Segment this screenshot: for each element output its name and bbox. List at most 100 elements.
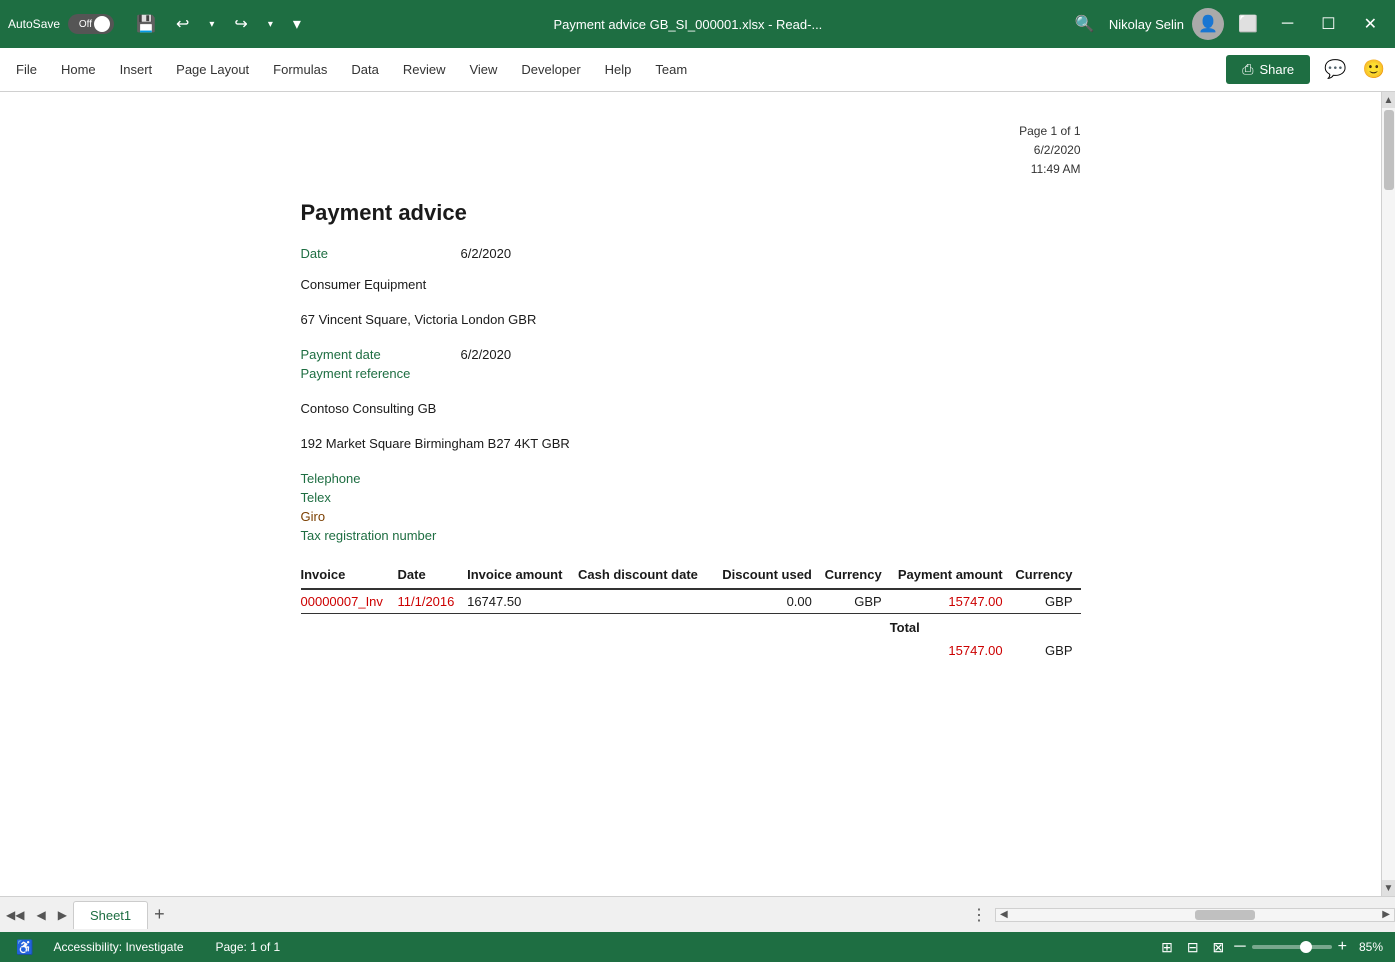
menu-formulas[interactable]: Formulas [261,54,339,85]
menu-bar: File Home Insert Page Layout Formulas Da… [0,48,1395,92]
horizontal-scrollbar[interactable]: ◀ ▶ [995,908,1395,922]
page-layout-button[interactable]: ⊟ [1183,937,1203,958]
cell-cash-discount-date [578,589,715,614]
tab-nav-next[interactable]: ▶ [52,904,73,926]
customize-qat-button[interactable]: ▾ [287,10,307,38]
menu-view[interactable]: View [457,54,509,85]
page-info: Page 1 of 1 6/2/2020 11:49 AM [301,122,1081,180]
tax-reg-label: Tax registration number [301,528,441,543]
giro-row: Giro [301,509,1081,524]
cell-date: 11/1/2016 [398,589,468,614]
scroll-track [1382,108,1395,880]
consumer-address: 67 Vincent Square, Victoria London GBR [301,312,1081,327]
normal-view-button[interactable]: ⊞ [1157,937,1177,958]
page-status: Page: 1 of 1 [216,940,281,954]
h-scroll-right[interactable]: ▶ [1378,909,1394,920]
menu-review[interactable]: Review [391,54,458,85]
comment-button[interactable]: 💬 [1318,55,1352,84]
zoom-slider[interactable] [1252,945,1332,949]
zoom-in-button[interactable]: + [1338,938,1347,956]
telex-label: Telex [301,490,441,505]
col-invoice: Invoice [301,563,398,589]
menu-help[interactable]: Help [593,54,644,85]
invoice-table: Invoice Date Invoice amount Cash discoun… [301,563,1081,662]
col-date: Date [398,563,468,589]
telephone-label: Telephone [301,471,441,486]
date-row: Date 6/2/2020 [301,246,1081,261]
emoji-button[interactable]: 🙂 [1357,55,1391,84]
telephone-row: Telephone [301,471,1081,486]
cell-discount-used: 0.00 [715,589,820,614]
undo-dropdown-button[interactable]: ▾ [203,15,220,34]
company-address: 192 Market Square Birmingham B27 4KT GBR [301,436,1081,451]
accessibility-icon[interactable]: ♿ [12,937,37,958]
menu-home[interactable]: Home [49,54,108,85]
cell-invoice: 00000007_Inv [301,589,398,614]
search-button[interactable]: 🔍 [1069,10,1101,38]
tab-nav-prev[interactable]: ◀ [30,904,51,926]
undo-button[interactable]: ↩ [170,10,195,38]
payment-date-value: 6/2/2020 [461,347,512,362]
col-payment-amount: Payment amount [890,563,1011,589]
bottom-status-bar: ♿ Accessibility: Investigate Page: 1 of … [0,932,1395,962]
payment-ref-label: Payment reference [301,366,441,381]
menu-team[interactable]: Team [643,54,699,85]
vertical-scrollbar[interactable]: ▲ ▼ [1381,92,1395,896]
zoom-area: ⊞ ⊟ ⊠ ─ + 85% [1157,937,1383,958]
menu-page-layout[interactable]: Page Layout [164,54,261,85]
page-break-button[interactable]: ⊠ [1209,937,1229,958]
menu-developer[interactable]: Developer [509,54,592,85]
tab-nav-first[interactable]: ◀◀ [0,904,30,926]
company-section: Contoso Consulting GB 192 Market Square … [301,401,1081,451]
sheet-tabs-area: ◀◀ ◀ ▶ Sheet1 + ⋮ ◀ ▶ [0,896,1395,932]
autosave-toggle[interactable]: Off [68,14,114,34]
save-button[interactable]: 💾 [130,10,162,38]
autosave-knob [94,16,110,32]
total-amount-row: 15747.00GBP [301,639,1081,662]
h-scroll-left[interactable]: ◀ [996,909,1012,920]
avatar[interactable]: 👤 [1192,8,1224,40]
share-label: Share [1259,62,1294,77]
scroll-down-arrow[interactable]: ▼ [1382,880,1395,896]
sheet-content[interactable]: Page 1 of 1 6/2/2020 11:49 AM Payment ad… [0,92,1381,896]
scroll-thumb[interactable] [1384,110,1394,190]
add-sheet-button[interactable]: + [148,900,171,929]
col-cash-discount-date: Cash discount date [578,563,715,589]
h-scroll-thumb[interactable] [1195,910,1255,920]
sheet-tab-1[interactable]: Sheet1 [73,901,148,929]
print-date: 6/2/2020 [301,141,1081,160]
restore-button[interactable]: ☐ [1311,10,1345,38]
close-button[interactable]: ✕ [1354,10,1387,38]
document: Page 1 of 1 6/2/2020 11:49 AM Payment ad… [241,92,1141,722]
user-area: 🔍 Nikolay Selin 👤 ⬜ ─ ☐ ✕ [1069,8,1387,40]
contact-section: Telephone Telex Giro Tax registration nu… [301,471,1081,543]
cell-currency1: GBP [820,589,890,614]
consumer-name: Consumer Equipment [301,277,1081,292]
scroll-up-arrow[interactable]: ▲ [1382,92,1395,108]
company-name: Contoso Consulting GB [301,401,1081,416]
zoom-out-button[interactable]: ─ [1234,938,1245,956]
title-bar: AutoSave Off 💾 ↩ ▾ ↪ ▾ ▾ Payment advice … [0,0,1395,48]
menu-icons: 💬 🙂 [1318,55,1391,84]
autosave-label: AutoSave [8,17,60,31]
redo-button[interactable]: ↪ [228,10,253,38]
payment-date-label: Payment date [301,347,441,362]
ribbon-display-button[interactable]: ⬜ [1232,10,1264,38]
menu-insert[interactable]: Insert [108,54,165,85]
date-value: 6/2/2020 [461,246,512,261]
share-button[interactable]: ⎙ Share [1226,55,1310,84]
cell-currency2: GBP [1011,589,1081,614]
minimize-button[interactable]: ─ [1272,11,1303,37]
menu-file[interactable]: File [4,54,49,85]
payment-ref-row: Payment reference [301,366,1081,381]
menu-data[interactable]: Data [339,54,390,85]
table-row: 00000007_Inv 11/1/2016 16747.50 0.00 GBP… [301,589,1081,614]
zoom-slider-thumb[interactable] [1300,941,1312,953]
telex-row: Telex [301,490,1081,505]
tax-reg-row: Tax registration number [301,528,1081,543]
col-invoice-amount: Invoice amount [467,563,578,589]
print-time: 11:49 AM [301,160,1081,179]
zoom-level: 85% [1359,940,1383,954]
redo-dropdown-button[interactable]: ▾ [262,15,279,34]
tab-options-button[interactable]: ⋮ [963,901,995,929]
